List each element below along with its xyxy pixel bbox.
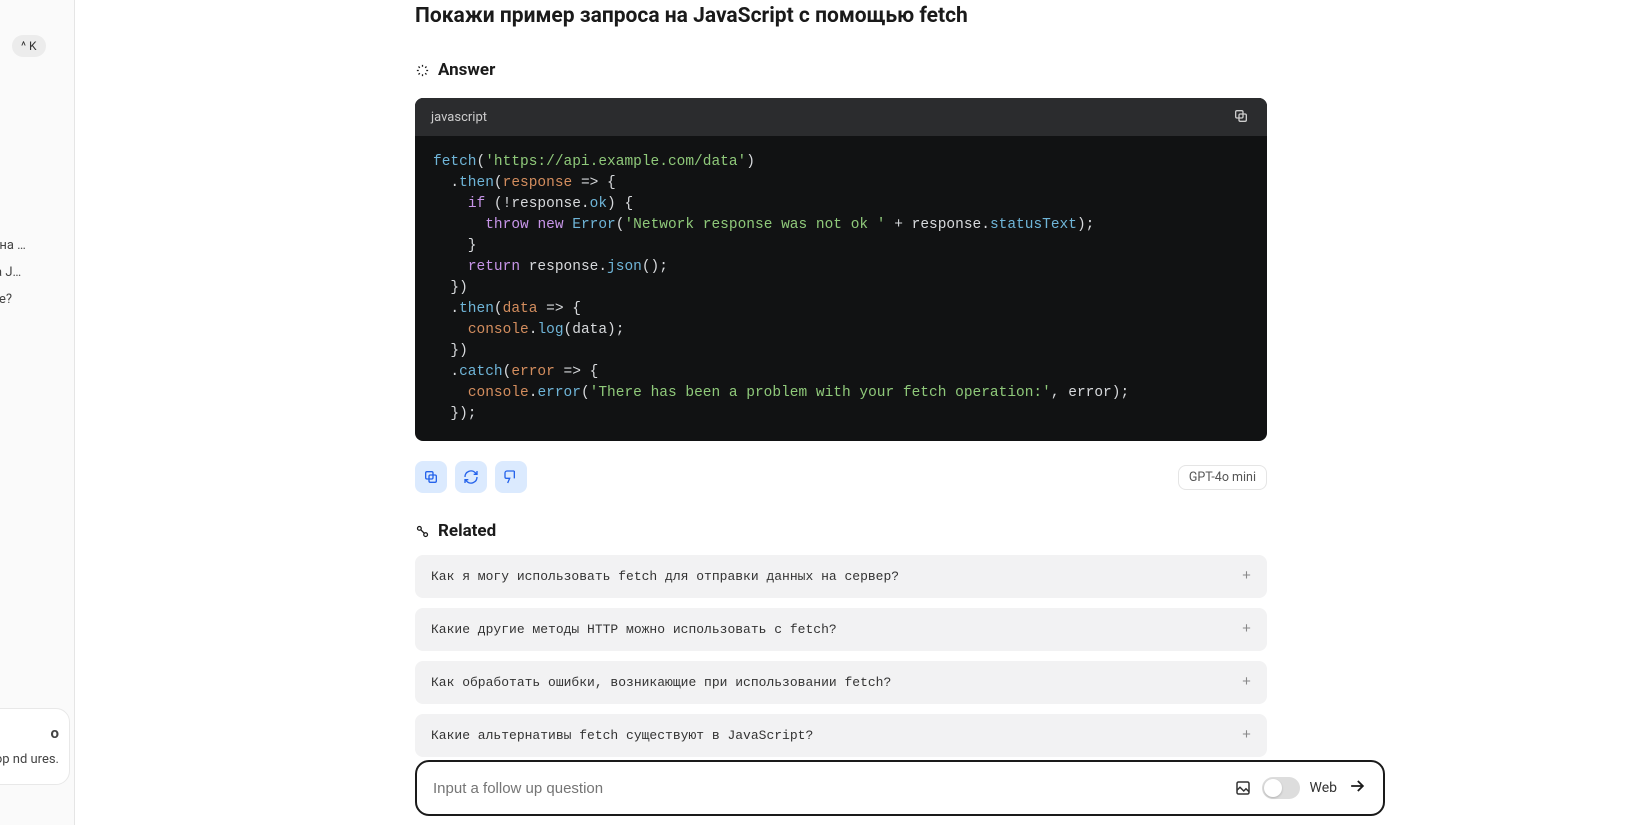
- related-item-text: Как я могу использовать fetch для отправ…: [431, 569, 899, 584]
- related-list: Как я могу использовать fetch для отправ…: [415, 555, 1267, 757]
- plus-icon: +: [1242, 568, 1251, 585]
- answer-heading: Answer: [415, 60, 1267, 80]
- code-block: javascript fetch('https://api.example.co…: [415, 98, 1267, 441]
- related-item[interactable]: Как я могу использовать fetch для отправ…: [415, 555, 1267, 598]
- related-icon: [415, 524, 430, 539]
- promo-card[interactable]: o top nd ures.: [0, 708, 70, 785]
- attach-icon[interactable]: [1234, 779, 1252, 797]
- code-lang-label: javascript: [431, 110, 487, 125]
- web-label: Web: [1310, 780, 1338, 796]
- promo-text: top nd ures.: [0, 751, 59, 770]
- related-item-text: Как обработать ошибки, возникающие при и…: [431, 675, 891, 690]
- kbd-mod: ^: [21, 39, 26, 53]
- copy-answer-button[interactable]: [415, 461, 447, 493]
- sparkle-icon: [415, 63, 430, 78]
- plus-icon: +: [1242, 727, 1251, 744]
- sidebar-history-item[interactable]: проса на …: [0, 232, 75, 259]
- sidebar-history-item[interactable]: ожение?: [0, 286, 75, 313]
- promo-title: o: [0, 723, 59, 745]
- followup-input[interactable]: [433, 780, 1222, 797]
- related-label: Related: [438, 521, 496, 541]
- related-heading: Related: [415, 521, 1267, 541]
- actions-left: [415, 461, 527, 493]
- model-badge[interactable]: GPT-4o mini: [1178, 465, 1267, 490]
- plus-icon: +: [1242, 674, 1251, 691]
- page-title: Покажи пример запроса на JavaScript с по…: [415, 4, 1267, 28]
- kbd-key: K: [29, 39, 37, 53]
- send-icon[interactable]: [1347, 776, 1367, 800]
- related-item-text: Какие другие методы HTTP можно использов…: [431, 622, 837, 637]
- answer-label: Answer: [438, 60, 495, 80]
- thumbs-down-button[interactable]: [495, 461, 527, 493]
- copy-code-button[interactable]: [1233, 108, 1251, 126]
- related-item[interactable]: Как обработать ошибки, возникающие при и…: [415, 661, 1267, 704]
- actions-row: GPT-4o mini: [415, 461, 1267, 493]
- main-content: Покажи пример запроса на JavaScript с по…: [415, 0, 1267, 757]
- regenerate-button[interactable]: [455, 461, 487, 493]
- code-body[interactable]: fetch('https://api.example.com/data') .t…: [415, 136, 1267, 441]
- kbd-shortcut-pill[interactable]: ^ K: [12, 35, 46, 57]
- related-item[interactable]: Какие альтернативы fetch существуют в Ja…: [415, 714, 1267, 757]
- related-item-text: Какие альтернативы fetch существуют в Ja…: [431, 728, 813, 743]
- code-header: javascript: [415, 98, 1267, 136]
- related-item[interactable]: Какие другие методы HTTP можно использов…: [415, 608, 1267, 651]
- plus-icon: +: [1242, 621, 1251, 638]
- web-toggle[interactable]: [1262, 777, 1300, 799]
- sidebar-history-list: проса на … осы на J… ожение?: [0, 232, 75, 313]
- sidebar-history-item[interactable]: осы на J…: [0, 259, 75, 286]
- followup-bar: Web: [415, 760, 1385, 816]
- sidebar: ^ K проса на … осы на J… ожение? o top n…: [0, 0, 75, 825]
- followup-controls: Web: [1234, 776, 1368, 800]
